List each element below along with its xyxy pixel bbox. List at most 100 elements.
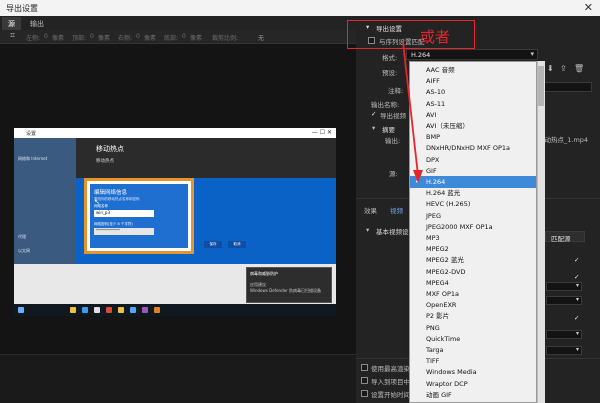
dialog-title: 编辑网络信息 xyxy=(94,190,128,196)
format-option[interactable]: PNG xyxy=(410,322,536,334)
inner-page-header: 移动热点 移动热点 xyxy=(76,138,336,178)
save-preset-icon[interactable]: ⬇ xyxy=(547,64,554,73)
inner-window-titlebar: 设置 — ☐ ✕ xyxy=(14,128,336,138)
crop-right-unit: 像素 xyxy=(144,35,157,42)
inner-taskbar xyxy=(14,304,336,316)
taskbar-app-icon xyxy=(130,307,136,313)
annotation-arrow xyxy=(402,41,423,183)
close-icon[interactable]: ✕ xyxy=(584,1,593,14)
defender-notification[interactable]: 病毒和威胁防护 应用建议 Windows Defender 防病毒已扫描设备 xyxy=(246,267,332,303)
inner-window-title: 设置 xyxy=(26,131,37,137)
crop-left-label: 左侧: xyxy=(26,35,41,42)
format-option[interactable]: JPEG xyxy=(410,210,536,222)
inner-sidebar-item: 以太网 xyxy=(18,248,30,253)
crop-ratio-label: 裁剪比例: xyxy=(212,35,239,42)
format-option[interactable]: OpenEXR xyxy=(410,299,536,311)
format-option[interactable]: JPEG2000 MXF OP1a xyxy=(410,221,536,233)
network-name-field[interactable]: win_p3 xyxy=(94,210,154,217)
crop-ratio-select[interactable]: 无 xyxy=(258,33,264,42)
crop-top-unit: 像素 xyxy=(98,35,111,42)
taskbar-app-icon xyxy=(118,307,124,313)
tab-effects[interactable]: 效果 xyxy=(364,205,377,215)
taskbar-app-icon xyxy=(94,307,100,313)
comment-field[interactable] xyxy=(540,82,592,92)
format-option[interactable]: 动画 GIF xyxy=(410,389,536,401)
format-option[interactable]: MPEG2-DVD xyxy=(410,266,536,278)
dialog-desc: 更改你的移动热点名称和密码 xyxy=(94,197,140,201)
format-option[interactable]: MXF OP1a xyxy=(410,288,536,300)
checkmark-icon[interactable]: ✓ xyxy=(574,273,579,281)
network-password-field[interactable]: ************ xyxy=(94,228,154,235)
format-option[interactable]: MPEG2 xyxy=(410,243,536,255)
dropdown-scrollbar[interactable] xyxy=(537,61,545,403)
crop-top-value[interactable]: 0 xyxy=(90,33,94,40)
crop-left-value[interactable]: 0 xyxy=(44,33,48,40)
edit-network-dialog: 编辑网络信息 更改你的移动热点名称和密码 网络名称 win_p3 网络密码(至少… xyxy=(84,178,194,254)
notification-line: Windows Defender 防病毒已扫描设备 xyxy=(250,288,321,293)
import-into-project-checkbox[interactable] xyxy=(361,377,368,384)
inner-window-controls-icon: — ☐ ✕ xyxy=(311,129,332,136)
tab-source[interactable]: 源 xyxy=(2,17,21,30)
format-option[interactable]: HEVC (H.265) xyxy=(410,198,536,210)
tab-video[interactable]: 视频 xyxy=(390,205,403,215)
crop-right-label: 右侧: xyxy=(118,35,133,42)
chevron-down-icon: ▾ xyxy=(575,346,579,353)
setting-select[interactable]: ▾ xyxy=(546,346,582,355)
import-preset-icon[interactable]: ⇪ xyxy=(560,64,567,73)
transport-bar xyxy=(0,354,356,403)
summary-label: 摘要 xyxy=(382,126,395,134)
delete-preset-icon[interactable]: 🗑 xyxy=(574,64,584,73)
taskbar-app-icon xyxy=(106,307,112,313)
chevron-down-icon: ▾ xyxy=(575,330,579,337)
dialog-save-button[interactable]: 保存 xyxy=(204,241,222,248)
checkmark-icon[interactable]: ✓ xyxy=(574,314,579,322)
chevron-down-icon: ▾ xyxy=(530,50,534,58)
output-path: 移动热点_1.mp4 xyxy=(538,136,589,144)
notification-title: 病毒和威胁防护 xyxy=(250,271,278,276)
dropdown-scroll-thumb[interactable] xyxy=(538,66,544,106)
tab-output[interactable]: 输出 xyxy=(24,17,50,30)
format-option[interactable]: MPEG2 蓝光 xyxy=(410,254,536,266)
format-option[interactable]: Windows Media xyxy=(410,366,536,378)
format-option[interactable]: Wraptor DCP xyxy=(410,378,536,390)
crop-bottom-label: 底部: xyxy=(164,35,179,42)
max-render-quality-checkbox[interactable] xyxy=(361,364,368,371)
crop-bottom-unit: 像素 xyxy=(190,35,203,42)
crop-top-label: 顶部: xyxy=(72,35,87,42)
crop-left-unit: 像素 xyxy=(52,35,65,42)
inner-page-subtitle: 移动热点 xyxy=(96,159,114,164)
taskbar-app-icon xyxy=(154,307,160,313)
format-option[interactable]: P2 影片 xyxy=(410,310,536,322)
setting-select[interactable]: ▾ xyxy=(546,330,582,339)
window-title: 导出设置 xyxy=(6,4,38,13)
crop-toolbar: ⌗ 左侧: 0 像素 顶部: 0 像素 右侧: 0 像素 底部: 0 像素 裁剪… xyxy=(0,30,356,44)
chevron-down-icon: ▾ xyxy=(575,296,579,303)
export-video-check-icon[interactable]: ✓ xyxy=(371,110,376,118)
crop-bottom-value[interactable]: 0 xyxy=(182,33,186,40)
crop-right-value[interactable]: 0 xyxy=(136,33,140,40)
setting-select[interactable]: ▾ xyxy=(546,296,582,305)
cursor-icon: ↖ xyxy=(94,198,100,206)
match-source-label: 匹配源 xyxy=(551,235,571,243)
crop-icon[interactable]: ⌗ xyxy=(10,31,15,41)
format-option[interactable]: Targa xyxy=(410,344,536,356)
set-start-timecode-checkbox[interactable] xyxy=(361,390,368,397)
setting-select[interactable]: ▾ xyxy=(546,282,582,291)
inner-sidebar-item: 代理 xyxy=(18,234,26,239)
summary-expand-icon[interactable]: ▾ xyxy=(372,124,375,132)
chevron-down-icon: ▾ xyxy=(575,282,579,289)
basic-video-expand-icon[interactable]: ▾ xyxy=(366,226,369,234)
network-password-label: 网络密码(至少 8 个字符) xyxy=(94,222,133,226)
format-option[interactable]: QuickTime xyxy=(410,333,536,345)
left-tabbar: 源 输出 xyxy=(0,16,356,30)
match-source-button[interactable]: 匹配源 xyxy=(545,231,585,243)
inner-settings-sidebar: 网络和 Internet 代理 以太网 xyxy=(14,138,76,264)
checkmark-icon[interactable]: ✓ xyxy=(574,256,579,264)
format-option[interactable]: MP3 xyxy=(410,232,536,244)
dialog-cancel-button[interactable]: 取消 xyxy=(228,241,246,248)
inner-page-title: 移动热点 xyxy=(96,145,124,153)
taskbar-app-icon xyxy=(142,307,148,313)
format-option[interactable]: MPEG4 xyxy=(410,277,536,289)
source-preview-frame: 设置 — ☐ ✕ 网络和 Internet 代理 以太网 移动热点 移动热点 编… xyxy=(14,128,336,316)
format-option[interactable]: TIFF xyxy=(410,355,536,367)
